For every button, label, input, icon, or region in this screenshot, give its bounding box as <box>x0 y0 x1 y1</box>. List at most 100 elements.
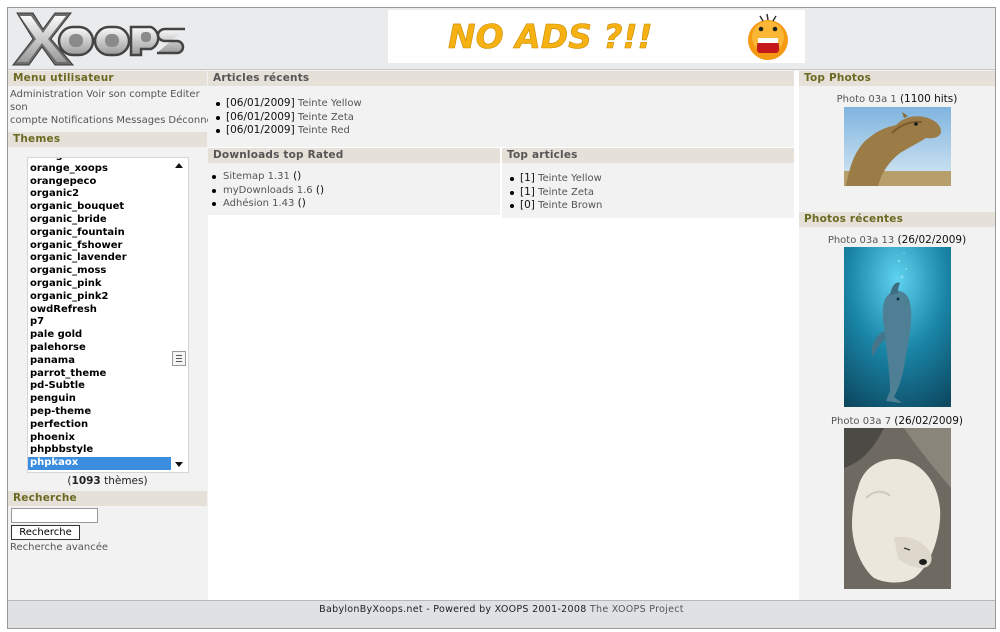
theme-option[interactable]: penguin <box>28 393 173 406</box>
theme-option[interactable]: phpkaox <box>28 457 173 470</box>
article-rank: [0] <box>520 199 535 211</box>
theme-option[interactable]: pep-theme <box>28 406 173 419</box>
footer-text: BabylonByXoops.net - Powered by XOOPS 20… <box>319 604 587 615</box>
scroll-up-arrow-icon[interactable] <box>175 163 183 168</box>
theme-option[interactable]: phpbbstyle <box>28 444 173 457</box>
search-title: Recherche <box>8 491 207 506</box>
link-administration[interactable]: Administration <box>10 89 83 100</box>
theme-option[interactable]: pale gold <box>28 329 173 342</box>
xoops-logo[interactable] <box>11 11 191 66</box>
photo-caption-link[interactable]: Photo 03a 13 <box>828 235 894 246</box>
theme-option[interactable]: parrot_theme <box>28 368 173 381</box>
header: NO ADS ?!! <box>8 8 995 70</box>
theme-option[interactable]: p7 <box>28 316 173 329</box>
theme-option[interactable]: orange_xoops <box>28 163 173 176</box>
link-notifications[interactable]: Notifications <box>51 115 114 126</box>
theme-option[interactable]: orangepeco <box>28 176 173 189</box>
downloads-title: Downloads top Rated <box>208 148 500 163</box>
theme-option[interactable]: organic_lavender <box>28 252 173 265</box>
list-item: Adhésion 1.43 () <box>208 197 500 211</box>
theme-option[interactable]: organic2 <box>28 188 173 201</box>
left-column: Menu utilisateur Administration Voir son … <box>8 71 234 600</box>
camel-photo[interactable] <box>844 107 951 186</box>
recent-articles-list: [06/01/2009] Teinte Yellow [06/01/2009] … <box>208 86 794 138</box>
article-date: [06/01/2009] <box>226 124 295 136</box>
article-link[interactable]: Teinte Yellow <box>298 98 362 109</box>
list-item: Sitemap 1.31 () <box>208 170 500 184</box>
footer: BabylonByXoops.net - Powered by XOOPS 20… <box>8 600 995 628</box>
list-item: [1] Teinte Yellow <box>502 172 794 186</box>
theme-count: (1093 thèmes) <box>8 475 207 487</box>
user-menu-title: Menu utilisateur <box>8 71 207 86</box>
download-link[interactable]: Adhésion 1.43 <box>223 198 294 209</box>
footer-xoops-link[interactable]: The XOOPS Project <box>590 604 684 615</box>
download-link[interactable]: myDownloads 1.6 <box>223 185 313 196</box>
advanced-search-link[interactable]: Recherche avancée <box>10 542 108 553</box>
download-link[interactable]: Sitemap 1.31 <box>223 171 290 182</box>
theme-option[interactable]: perfection <box>28 419 173 432</box>
theme-scrollbar[interactable] <box>171 158 188 472</box>
article-link[interactable]: Teinte Yellow <box>538 173 602 184</box>
theme-option[interactable]: organic_bouquet <box>28 201 173 214</box>
top-articles-list: [1] Teinte Yellow [1] Teinte Zeta [0] Te… <box>502 163 794 213</box>
theme-option[interactable]: pd-Subtle <box>28 380 173 393</box>
user-menu-links: Administration Voir son compte Editer son … <box>8 86 234 129</box>
photo-caption-link[interactable]: Photo 03a 7 <box>831 416 891 427</box>
photo-date: (26/02/2009) <box>897 234 967 246</box>
theme-option[interactable]: organic_pink2 <box>28 291 173 304</box>
recent-articles-title: Articles récents <box>208 71 794 86</box>
screaming-face-icon <box>748 13 788 60</box>
recent-photo-caption-1: Photo 03a 13 (26/02/2009) <box>799 234 995 246</box>
polar-bear-photo[interactable] <box>844 428 951 589</box>
article-rank: [1] <box>520 172 535 184</box>
banner-ad[interactable]: NO ADS ?!! <box>388 10 805 63</box>
right-column: Top Photos Photo 03a 1 (1100 hits) Photo… <box>799 71 995 600</box>
scrollbar-thumb[interactable] <box>172 351 186 366</box>
theme-count-suffix: thèmes) <box>100 475 148 487</box>
banner-text: NO ADS ?!! <box>448 17 653 56</box>
photo-hits: (1100 hits) <box>899 93 958 105</box>
theme-option[interactable]: palehorse <box>28 342 173 355</box>
scroll-down-arrow-icon[interactable] <box>175 462 183 467</box>
search-input[interactable] <box>11 508 98 523</box>
top-articles-block: Top articles [1] Teinte Yellow [1] Teint… <box>502 148 794 218</box>
downloads-top-rated-block: Downloads top Rated Sitemap 1.31 () myDo… <box>208 148 500 215</box>
dolphin-photo[interactable] <box>844 247 951 407</box>
theme-option[interactable]: organic_moss <box>28 265 173 278</box>
list-item: [1] Teinte Zeta <box>502 186 794 200</box>
themes-title: Themes <box>8 132 207 147</box>
recent-photos-title: Photos récentes <box>799 212 995 227</box>
recent-photo-caption-2: Photo 03a 7 (26/02/2009) <box>799 415 995 427</box>
photo-caption-link[interactable]: Photo 03a 1 <box>837 94 897 105</box>
search-button[interactable]: Recherche <box>11 525 80 540</box>
theme-option[interactable]: organic_pink <box>28 278 173 291</box>
theme-count-number: 1093 <box>71 475 101 487</box>
theme-option[interactable]: panama <box>28 355 173 368</box>
theme-option[interactable]: organic_fshower <box>28 240 173 253</box>
article-rank: [1] <box>520 185 535 198</box>
article-date: [06/01/2009] <box>226 97 295 109</box>
list-item: [0] Teinte Brown <box>502 199 794 213</box>
top-photo-caption: Photo 03a 1 (1100 hits) <box>799 93 995 105</box>
theme-option[interactable]: organic_bride <box>28 214 173 227</box>
theme-option[interactable]: organic_fountain <box>28 227 173 240</box>
article-date: [06/01/2009] <box>226 110 295 123</box>
theme-options: orange-shineorange_xoopsorangepecoorgani… <box>28 158 173 470</box>
link-view-account[interactable]: Voir son compte <box>86 89 167 100</box>
theme-option[interactable]: owdRefresh <box>28 304 173 317</box>
list-item: [06/01/2009] Teinte Yellow <box>208 97 794 111</box>
list-item: [06/01/2009] Teinte Red <box>208 124 794 138</box>
top-photos-title: Top Photos <box>799 71 995 86</box>
theme-select-list[interactable]: orange-shineorange_xoopsorangepecoorgani… <box>27 157 189 473</box>
download-rating: () <box>297 197 306 209</box>
article-link[interactable]: Teinte Red <box>298 125 350 136</box>
list-item: [06/01/2009] Teinte Zeta <box>208 111 794 125</box>
article-link[interactable]: Teinte Brown <box>538 200 602 211</box>
top-articles-title: Top articles <box>502 148 794 163</box>
center-column: Articles récents [06/01/2009] Teinte Yel… <box>208 71 799 600</box>
theme-option[interactable]: phoenix <box>28 432 173 445</box>
article-link[interactable]: Teinte Zeta <box>298 112 354 123</box>
recent-articles-block: Articles récents [06/01/2009] Teinte Yel… <box>208 71 794 147</box>
article-link[interactable]: Teinte Zeta <box>538 187 594 198</box>
link-messages[interactable]: Messages <box>116 115 165 126</box>
